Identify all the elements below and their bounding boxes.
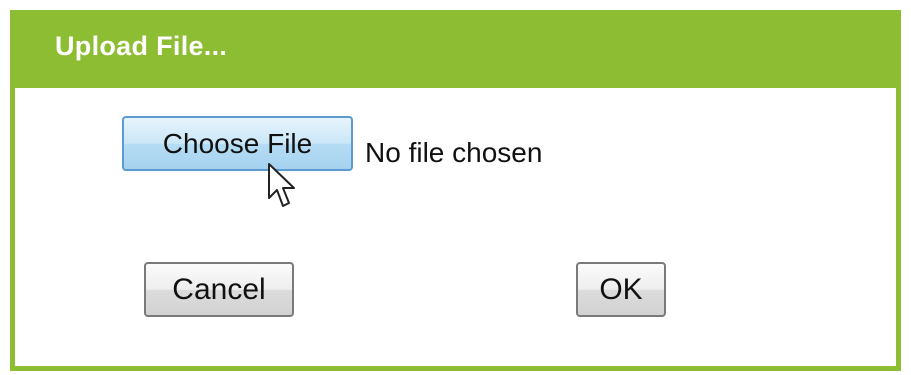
upload-file-dialog: Upload File... Choose File No file chose…	[10, 10, 901, 371]
dialog-titlebar: Upload File...	[10, 10, 901, 88]
mouse-pointer-icon	[268, 163, 295, 207]
ok-button[interactable]: OK	[576, 262, 666, 317]
dialog-title: Upload File...	[55, 31, 228, 61]
choose-file-button[interactable]: Choose File	[122, 116, 353, 171]
file-status-text: No file chosen	[365, 137, 543, 168]
cancel-button[interactable]: Cancel	[144, 262, 294, 317]
